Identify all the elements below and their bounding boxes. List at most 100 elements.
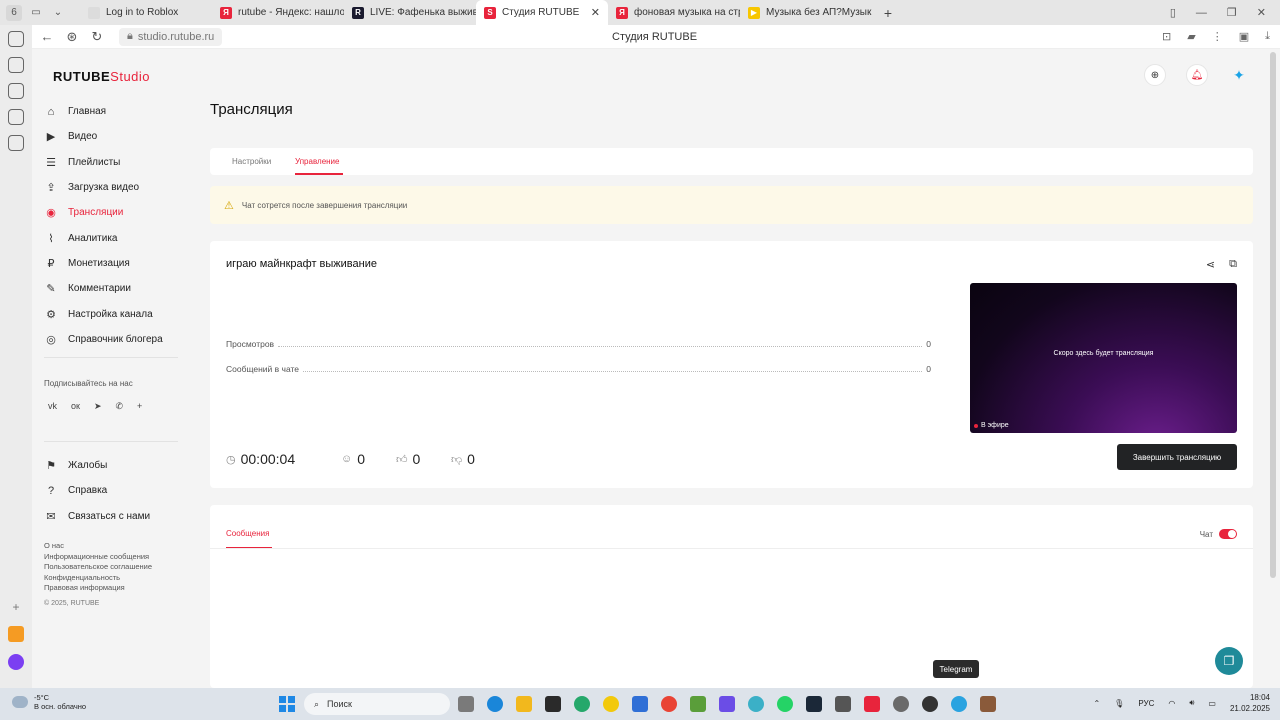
microphone-icon[interactable]: 🎙︎ [1114, 699, 1124, 708]
collections-icon[interactable] [8, 57, 24, 73]
browser-tab[interactable]: Яrutube - Яндекс: нашлось [212, 0, 344, 25]
history-icon[interactable] [8, 31, 24, 47]
tab-messages[interactable]: Сообщения [226, 529, 269, 538]
chevron-down-icon[interactable]: ⌄ [50, 5, 66, 21]
browser-tab[interactable]: S Студия RUTUBE ✕ [476, 0, 608, 25]
back-icon[interactable]: ← [37, 29, 57, 44]
download-icon[interactable]: ⤓ [1265, 30, 1270, 43]
app-icon[interactable] [719, 696, 735, 712]
app-icon[interactable] [574, 696, 590, 712]
app-icon[interactable] [545, 696, 561, 712]
share-icon[interactable]: ⊡ [1162, 30, 1171, 43]
browser-menu-icon[interactable]: 6 [6, 4, 22, 21]
settings-icon[interactable] [893, 696, 909, 712]
footer-link[interactable]: Информационные сообщения [44, 552, 152, 563]
sidebar-item-complaints[interactable]: ⚑ Жалобы [44, 453, 150, 478]
rutube-studio-logo[interactable]: RUTUBEStudio [53, 69, 150, 84]
wifi-icon[interactable]: ◠ [1168, 699, 1175, 708]
end-stream-button[interactable]: Завершить трансляцию [1117, 444, 1237, 470]
app-icon[interactable] [980, 696, 996, 712]
sidebar-item-channel-settings[interactable]: ⚙ Настройка канала [44, 301, 163, 326]
language-indicator[interactable]: РУС [1138, 699, 1154, 708]
yandex-browser-icon[interactable] [603, 696, 619, 712]
explorer-icon[interactable] [516, 696, 532, 712]
sidebar-item-monetization[interactable]: ₽ Монетизация [44, 251, 163, 276]
more-icon[interactable]: ⋮ [1212, 30, 1223, 43]
avatar[interactable]: ✦ [1228, 64, 1250, 86]
more-social-icon[interactable]: + [137, 401, 142, 412]
close-tab-icon[interactable]: ✕ [591, 6, 600, 19]
weather-widget[interactable]: -5°C В осн. облачно [12, 693, 86, 711]
url-field[interactable]: 🔒︎ studio.rutube.ru [119, 27, 223, 46]
alice-icon[interactable] [8, 654, 24, 670]
obs-icon[interactable] [922, 696, 938, 712]
sidebar-item-upload[interactable]: ⇪ Загрузка видео [44, 175, 163, 200]
share-icon[interactable]: ⋖ [1206, 258, 1215, 271]
sidebar-item-playlists[interactable]: ☰ Плейлисты [44, 150, 163, 175]
minecraft-icon[interactable] [690, 696, 706, 712]
external-link-icon[interactable]: ⧉ [1229, 258, 1237, 271]
notifications-icon[interactable]: 🔔︎ [1186, 64, 1208, 86]
sidebar-item-streams[interactable]: ◉ Трансляции [44, 200, 163, 225]
page-scrollbar[interactable] [1270, 52, 1276, 578]
bookmark-icon[interactable]: ▯ [1170, 6, 1176, 19]
support-chat-button[interactable]: ❐ [1215, 647, 1243, 675]
task-view-icon[interactable] [458, 696, 474, 712]
new-tab-button[interactable]: + [878, 3, 898, 23]
store-icon[interactable] [632, 696, 648, 712]
battery-icon[interactable]: ▭ [1208, 699, 1216, 708]
footer-link[interactable]: Правовая информация [44, 583, 152, 594]
sidebar-item-help[interactable]: ? Справка [44, 478, 150, 503]
windows-start-icon[interactable] [279, 696, 295, 712]
close-icon[interactable]: ✕ [1257, 6, 1266, 19]
sidebar-item-home[interactable]: ⌂ Главная [44, 99, 163, 124]
telegram-icon[interactable] [951, 696, 967, 712]
sidebar-item-contact[interactable]: ✉ Связаться с нами [44, 504, 150, 529]
app-icon[interactable] [8, 626, 24, 642]
browser-tab[interactable]: Яфоновая музыка на стри [608, 0, 740, 25]
ok-icon[interactable]: ок [71, 401, 80, 412]
chevron-up-icon[interactable]: ⌃ [1093, 699, 1100, 708]
app-icon[interactable] [748, 696, 764, 712]
telegram-icon[interactable]: ➤ [94, 401, 102, 412]
footer-link[interactable]: Пользовательское соглашение [44, 562, 152, 573]
vk-icon[interactable]: vk [48, 401, 57, 412]
apps-icon[interactable] [8, 83, 24, 99]
volume-icon[interactable]: 🔊︎ [1189, 698, 1194, 708]
tab-management[interactable]: Управление [295, 157, 339, 166]
taskbar-search[interactable]: ⌕ Поиск [304, 693, 450, 715]
chrome-icon[interactable] [661, 696, 677, 712]
bookmark-icon[interactable]: ▰ [1187, 30, 1195, 43]
stream-preview[interactable]: Скоро здесь будет трансляция В эфире [970, 283, 1237, 433]
reload-icon[interactable]: ↻ [87, 29, 107, 45]
clock[interactable]: 18:04 21.02.2025 [1230, 692, 1270, 714]
notes-icon[interactable] [8, 135, 24, 151]
video-icon[interactable] [8, 109, 24, 125]
viber-icon[interactable]: ✆ [116, 401, 124, 412]
steam-icon[interactable] [806, 696, 822, 712]
sidebar-item-analytics[interactable]: ⌇ Аналитика [44, 225, 163, 250]
chat-toggle[interactable] [1219, 529, 1237, 539]
tab-list-icon[interactable]: ▭ [28, 5, 44, 21]
profile-icon[interactable]: ⊛ [62, 29, 82, 45]
footer-link[interactable]: О нас [44, 541, 152, 552]
edge-icon[interactable] [487, 696, 503, 712]
app-icon[interactable] [864, 696, 880, 712]
sidebar-icon[interactable]: ▣ [1239, 30, 1249, 43]
minimize-icon[interactable]: — [1196, 7, 1207, 19]
browser-tab[interactable]: Log in to Roblox [80, 0, 212, 25]
sidebar-item-blogger-guide[interactable]: ◎ Справочник блогера [44, 327, 163, 352]
browser-tab[interactable]: ▶ Музыка без АП?Музыка д [740, 0, 872, 25]
add-icon[interactable]: + [12, 600, 19, 614]
tab-settings[interactable]: Настройки [232, 157, 271, 166]
browser-sidebar: + [0, 25, 32, 688]
app-icon[interactable] [835, 696, 851, 712]
browser-tab[interactable]: R LIVE: Фафенька выживание [344, 0, 476, 25]
footer-link[interactable]: Конфиденциальность [44, 573, 152, 584]
sidebar-item-label: Комментарии [68, 283, 131, 295]
sidebar-item-video[interactable]: ▶ Видео [44, 124, 163, 149]
add-video-icon[interactable]: ⊕ [1144, 64, 1166, 86]
restore-icon[interactable]: ❐ [1227, 6, 1237, 19]
sidebar-item-comments[interactable]: ✎ Комментарии [44, 276, 163, 301]
whatsapp-icon[interactable] [777, 696, 793, 712]
